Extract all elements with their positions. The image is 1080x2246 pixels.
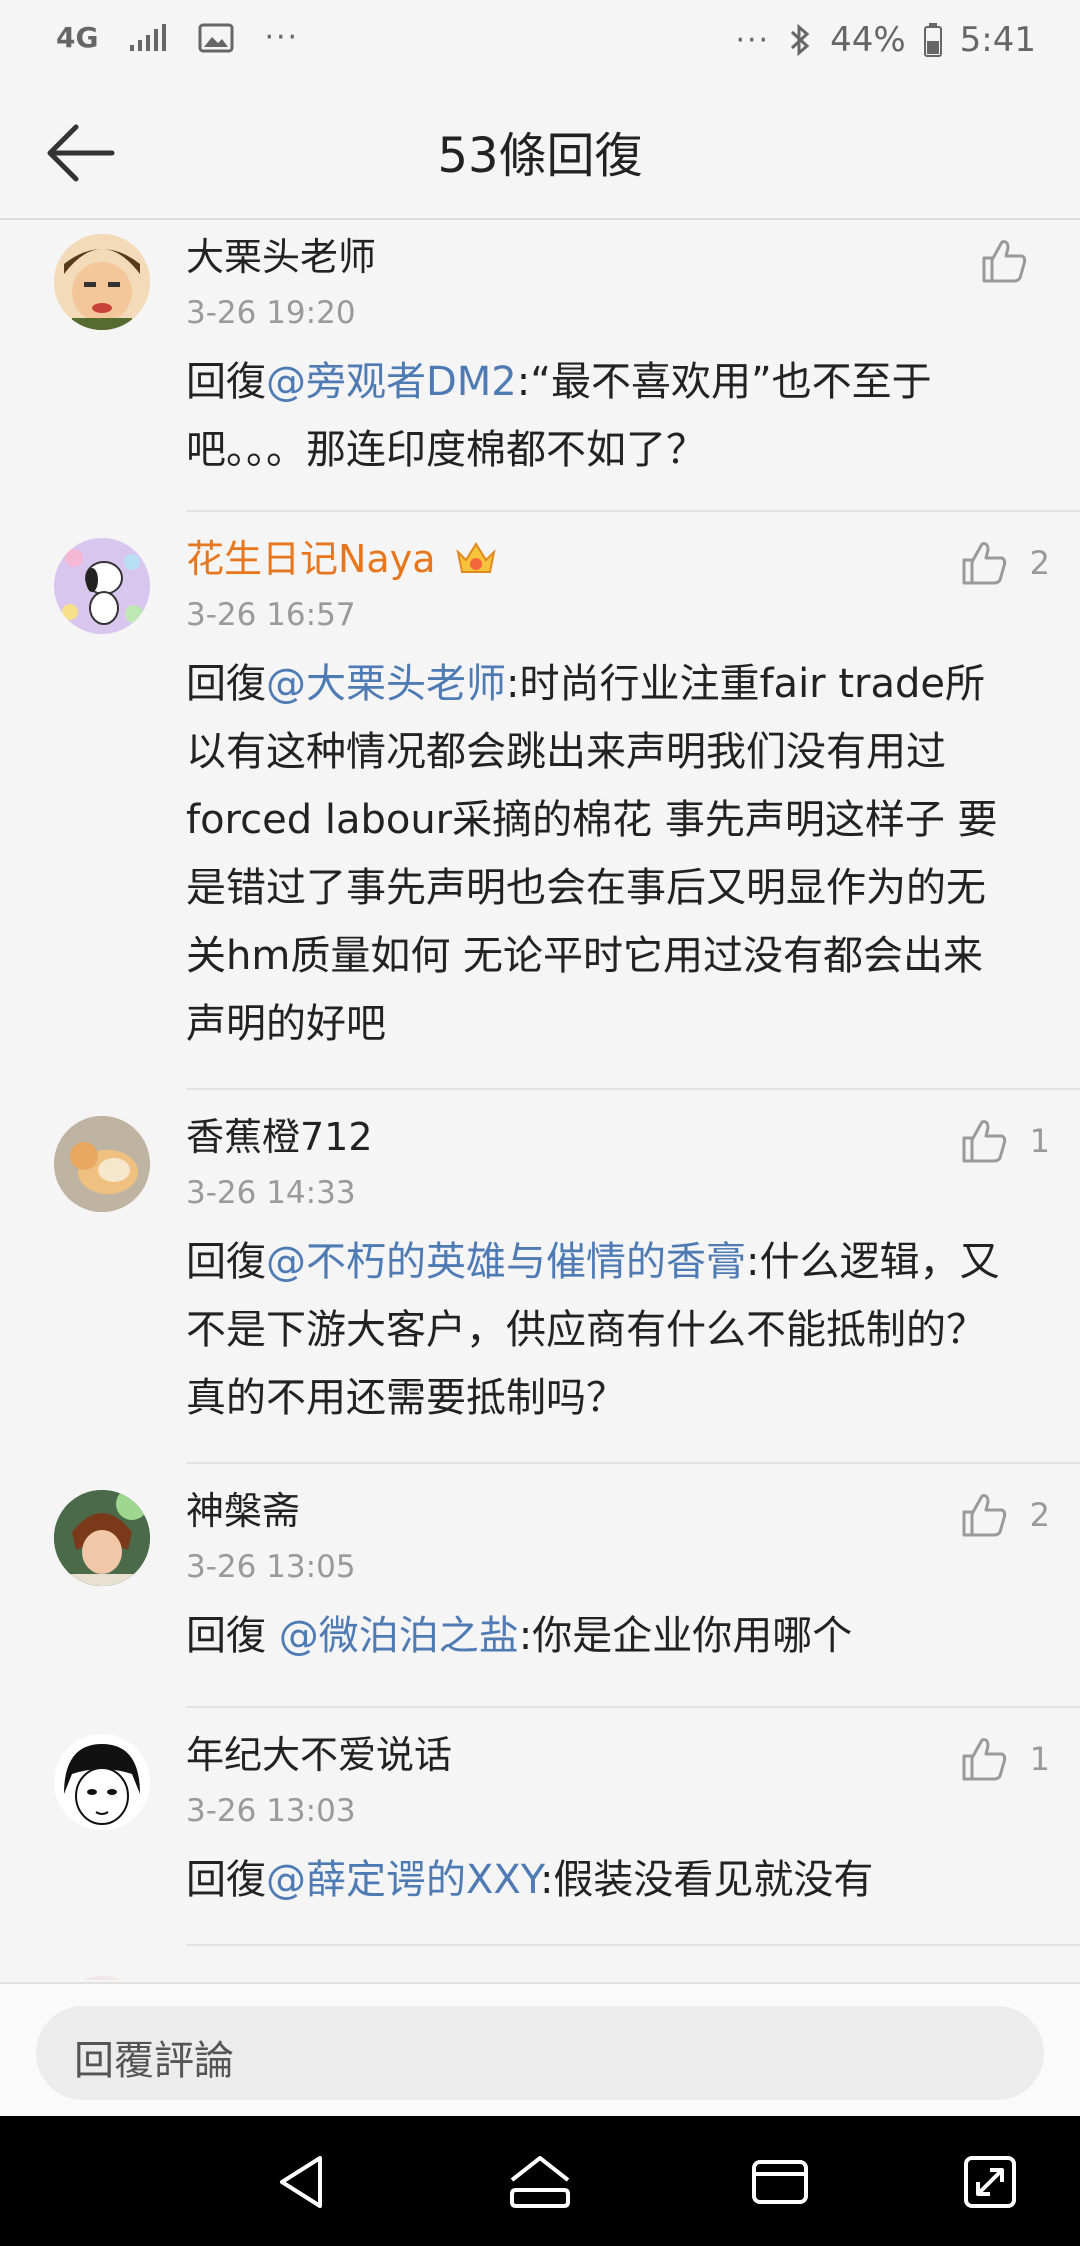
reply-placeholder: 回覆評論	[74, 2038, 234, 2084]
signal-icon	[130, 23, 167, 51]
reply-bar: 回覆評論	[0, 1982, 1080, 2118]
comment-item-partial	[0, 1946, 1080, 1980]
like-button[interactable]: 1	[960, 1118, 1050, 1164]
avatar[interactable]	[54, 1490, 150, 1586]
comment-time: 3-26 13:05	[186, 1549, 356, 1585]
user-name-text[interactable]: 花生日记Naya	[186, 537, 436, 581]
cat-photo-avatar-icon	[54, 1116, 150, 1212]
crown-badge-icon	[455, 542, 496, 573]
nav-back-icon[interactable]	[272, 2150, 336, 2214]
comment-item: 年纪大不爱说话 3-26 13:03 回復@薛定谔的XXY:假装没看见就没有 1	[0, 1708, 1080, 1944]
comment-body: :假装没看见就没有	[539, 1857, 874, 1903]
mention-link[interactable]: @大栗头老师	[266, 661, 506, 707]
like-button[interactable]	[980, 238, 1050, 284]
mention-link[interactable]: @微泊泊之盐	[279, 1613, 519, 1659]
reply-input[interactable]: 回覆評論	[36, 2006, 1044, 2100]
network-indicator: 4G	[56, 20, 99, 54]
reply-prefix: 回復	[186, 661, 266, 707]
avatar[interactable]	[54, 1976, 150, 1980]
battery-percent: 44%	[830, 20, 906, 60]
avatar[interactable]	[54, 538, 150, 634]
comment-item: 香蕉橙712 3-26 14:33 回復@不朽的英雄与催情的香膏:什么逻辑，又不…	[0, 1090, 1080, 1462]
anime-boy-avatar-icon	[54, 1490, 150, 1586]
like-button[interactable]: 2	[960, 1492, 1050, 1538]
like-count: 1	[1029, 1740, 1050, 1778]
like-count: 2	[1029, 544, 1050, 582]
comment-text: 回復 @微泊泊之盐:你是企业你用哪个	[186, 1602, 1040, 1670]
clock: 5:41	[959, 20, 1036, 60]
thumbs-up-icon	[962, 542, 1006, 585]
avatar[interactable]	[54, 1116, 150, 1212]
nav-recents-icon[interactable]	[748, 2150, 812, 2214]
like-count: 1	[1029, 1122, 1050, 1160]
comment-text: 回復@旁观者DM2:“最不喜欢用”也不至于吧。。。那连印度棉都不如了？	[186, 348, 1040, 484]
comment-text: 回復@不朽的英雄与催情的香膏:什么逻辑，又不是下游大客户，供应商有什么不能抵制的…	[186, 1228, 1040, 1432]
comment-time: 3-26 16:57	[186, 597, 356, 633]
comment-list[interactable]: 大栗头老师 3-26 19:20 回復@旁观者DM2:“最不喜欢用”也不至于吧。…	[0, 220, 1080, 1980]
image-icon	[198, 23, 234, 52]
comment-time: 3-26 13:03	[186, 1793, 356, 1829]
comment-item: 大栗头老师 3-26 19:20 回復@旁观者DM2:“最不喜欢用”也不至于吧。…	[0, 220, 1080, 510]
comment-item: 花生日记Naya 3-26 16:57 回復@大栗头老师:时尚行业注重fair …	[0, 512, 1080, 1088]
nav-expand-icon[interactable]	[958, 2150, 1022, 2214]
comment-body: :你是企业你用哪个	[518, 1613, 853, 1659]
comment-text: 回復@大栗头老师:时尚行业注重fair trade所以有这种情况都会跳出来声明我…	[186, 650, 1040, 1058]
avatar[interactable]	[54, 234, 150, 330]
thumbs-up-icon	[982, 240, 1027, 283]
thumbs-up-icon	[962, 1738, 1006, 1781]
cartoon-avatar-icon	[54, 234, 150, 330]
comment-text: 回復@薛定谔的XXY:假装没看见就没有	[186, 1846, 1040, 1914]
reply-prefix: 回復	[186, 1613, 279, 1659]
user-name[interactable]: 年纪大不爱说话	[186, 1730, 1040, 1780]
reply-prefix: 回復	[186, 359, 266, 405]
user-name[interactable]: 香蕉橙712	[186, 1112, 1040, 1162]
sketch-face-avatar-icon	[54, 1734, 150, 1830]
user-name[interactable]: 花生日记Naya	[186, 534, 1040, 584]
mention-link[interactable]: @旁观者DM2	[266, 359, 517, 405]
comment-body: :时尚行业注重fair trade所以有这种情况都会跳出来声明我们没有用过for…	[186, 661, 998, 1047]
comment-item: 神槃斋 3-26 13:05 回復 @微泊泊之盐:你是企业你用哪个 2	[0, 1464, 1080, 1706]
like-count: 2	[1029, 1496, 1050, 1534]
comment-time: 3-26 19:20	[186, 295, 356, 331]
like-button[interactable]: 1	[960, 1736, 1050, 1782]
system-nav-bar	[0, 2116, 1080, 2246]
thumbs-up-icon	[962, 1120, 1006, 1163]
more-notifications-icon: ···	[264, 20, 300, 55]
status-bar: 4G ··· ··· 44% 5:41	[0, 0, 1080, 88]
top-header: 53條回復	[0, 88, 1080, 220]
battery-icon	[923, 23, 942, 57]
comment-time: 3-26 14:33	[186, 1175, 356, 1211]
more-status-icon: ···	[735, 22, 771, 58]
snoopy-avatar-icon	[54, 538, 150, 634]
nav-home-icon[interactable]	[508, 2150, 572, 2214]
mention-link[interactable]: @不朽的英雄与催情的香膏	[266, 1239, 746, 1285]
thumbs-up-icon	[962, 1494, 1006, 1537]
page-title: 53條回復	[437, 128, 643, 184]
user-name[interactable]: 神槃斋	[186, 1486, 1040, 1536]
reply-prefix: 回復	[186, 1857, 266, 1903]
mention-link[interactable]: @薛定谔的XXY	[266, 1857, 540, 1903]
avatar[interactable]	[54, 1734, 150, 1830]
user-name[interactable]: 大栗头老师	[186, 232, 1040, 282]
bluetooth-icon	[791, 23, 810, 57]
like-button[interactable]: 2	[960, 540, 1050, 586]
reply-prefix: 回復	[186, 1239, 266, 1285]
